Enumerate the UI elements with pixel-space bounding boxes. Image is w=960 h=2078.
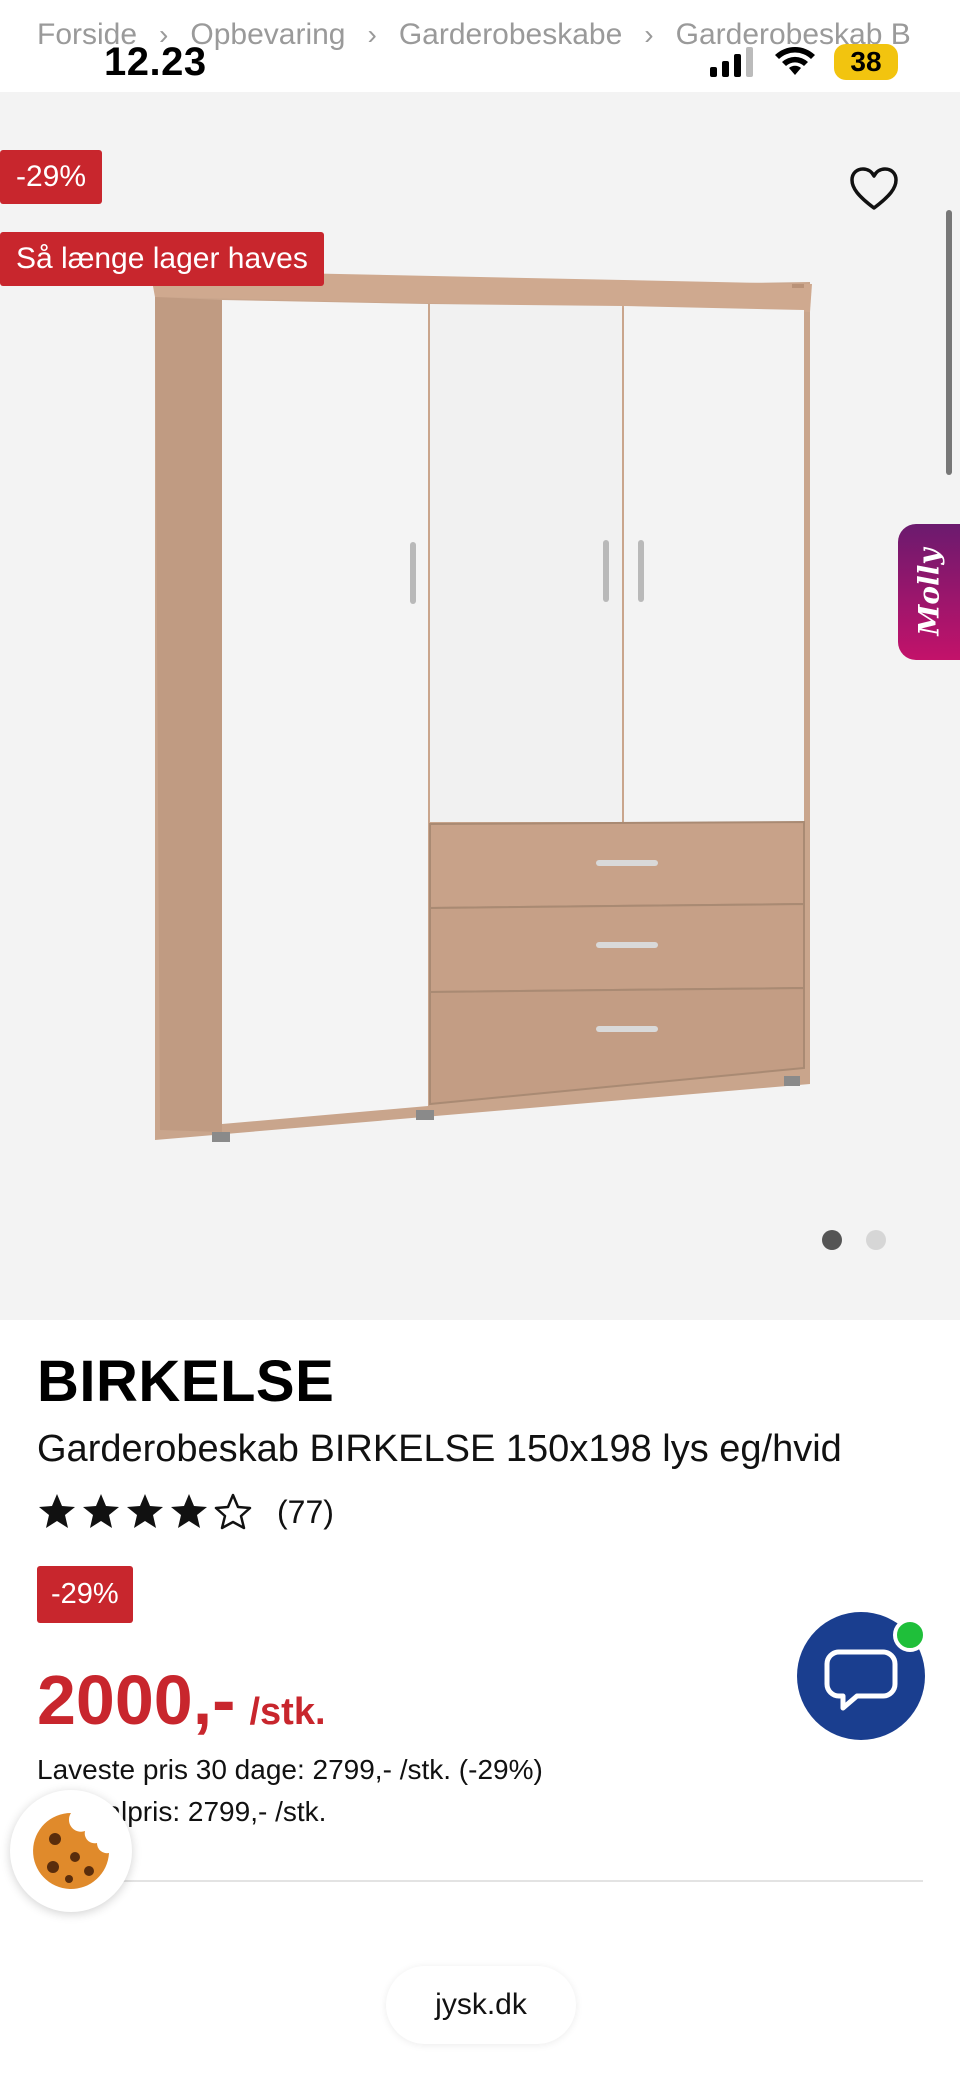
breadcrumb-item-opbevaring[interactable]: Opbevaring [190, 18, 345, 52]
status-time: 12.23 [104, 40, 207, 84]
wifi-icon [775, 47, 815, 75]
rating-stars [39, 1493, 252, 1530]
online-indicator [893, 1618, 927, 1652]
cookie-settings-button[interactable] [10, 1790, 132, 1912]
star-filled-icon [83, 1494, 119, 1528]
product-title: Garderobeskab BIRKELSE 150x198 lys eg/hv… [37, 1428, 842, 1470]
chat-button[interactable] [797, 1612, 927, 1740]
discount-badge: -29% [0, 150, 103, 204]
star-filled-icon [171, 1494, 207, 1528]
review-count[interactable]: (77) [277, 1494, 334, 1531]
system-icons: 38 [708, 44, 898, 80]
breadcrumb-separator-icon: › [644, 19, 654, 50]
price: 2000,- /stk. [37, 1660, 326, 1740]
price-amount: 2000,- [37, 1661, 236, 1739]
breadcrumb-item-garderobeskabe[interactable]: Garderobeskabe [399, 18, 622, 52]
product-image-gallery[interactable]: -29% Så længe lager haves Molly [0, 92, 960, 1320]
divider [37, 1880, 923, 1882]
molly-label: Molly [912, 548, 946, 636]
carousel-dot-1[interactable] [822, 1230, 842, 1250]
battery-indicator: 38 [834, 44, 898, 80]
cookie-icon [33, 1813, 110, 1889]
price-discount-badge: -29% [37, 1566, 133, 1623]
lowest-price-30-days: Laveste pris 30 dage: 2799,- /stk. (-29%… [37, 1754, 543, 1785]
star-filled-icon [127, 1494, 163, 1528]
product-brand: BIRKELSE [37, 1349, 335, 1414]
price-unit: /stk. [249, 1691, 326, 1733]
heart-icon[interactable] [850, 167, 898, 211]
stock-badge: Så længe lager haves [0, 232, 324, 286]
breadcrumb-separator-icon: › [367, 19, 377, 50]
cellular-signal-icon [710, 47, 753, 77]
star-empty-icon [214, 1493, 252, 1530]
star-filled-icon [39, 1494, 75, 1528]
browser-url-bar[interactable]: jysk.dk [386, 1966, 576, 2044]
carousel-dots [822, 1230, 886, 1250]
status-bar: Forside › Opbevaring › Garderobeskabe › … [0, 0, 960, 92]
carousel-dot-2[interactable] [866, 1230, 886, 1250]
molly-assistant-button[interactable]: Molly [898, 524, 960, 660]
page-scrollbar[interactable] [946, 210, 952, 475]
rating[interactable]: (77) [37, 1492, 334, 1532]
